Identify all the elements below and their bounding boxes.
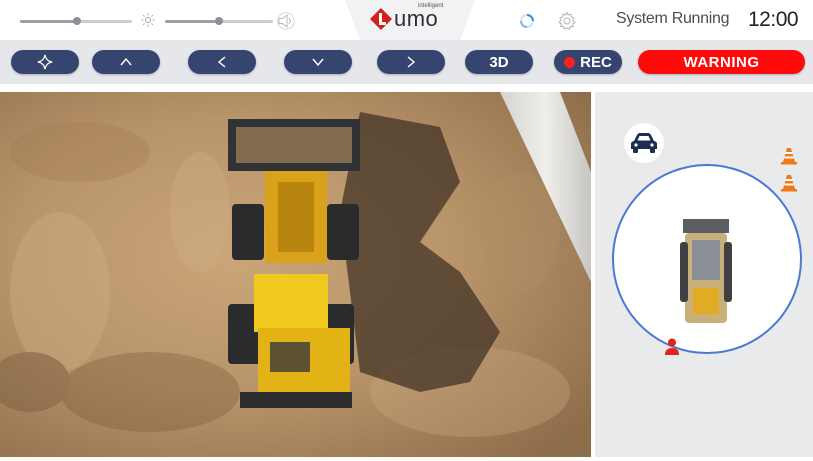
brand-mark-icon [370,8,392,30]
brightness-slider[interactable] [20,17,132,25]
record-label: REC [580,53,612,71]
view-3d-button[interactable]: 3D [465,50,533,74]
pan-down-button[interactable] [284,50,352,74]
record-button[interactable]: REC [554,50,622,74]
volume-slider-fill [165,20,219,23]
warning-button[interactable]: WARNING [638,50,805,74]
pan-up-button[interactable] [92,50,160,74]
machine-top-view [680,219,732,323]
volume-slider[interactable] [165,17,273,25]
camera-view[interactable] [0,92,591,457]
car-icon [624,123,664,163]
traffic-cone-icon [781,148,797,165]
pan-left-button[interactable] [188,50,256,74]
system-status-text: System Running [616,10,730,27]
speaker-icon[interactable] [277,12,295,30]
chevron-up-icon [120,57,132,66]
status-bar: umo intelligent System Running 12:00 [0,0,813,42]
view-mode-button[interactable] [11,50,79,74]
person-icon [665,338,679,355]
pan-right-button[interactable] [377,50,445,74]
loading-spinner-icon [520,14,534,28]
gear-icon[interactable] [557,11,577,31]
warning-label: WARNING [683,53,760,71]
chevron-down-icon [312,58,324,67]
four-point-star-icon [37,54,53,70]
traffic-cone-icon [781,175,797,192]
volume-slider-knob[interactable] [215,17,223,25]
brand-tagline: intelligent [418,3,444,9]
record-dot-icon [564,56,576,68]
clock: 12:00 [748,8,799,31]
proximity-radar-panel [595,92,813,457]
control-toolbar: 3D REC WARNING [0,40,813,84]
chevron-left-icon [217,56,226,68]
brightness-icon [141,13,155,27]
chevron-right-icon [407,56,416,68]
brand-name: umo [394,6,439,31]
view-3d-label: 3D [489,53,509,71]
brightness-slider-knob[interactable] [73,17,81,25]
overhead-camera-image [0,92,591,457]
brightness-slider-fill [20,20,77,23]
